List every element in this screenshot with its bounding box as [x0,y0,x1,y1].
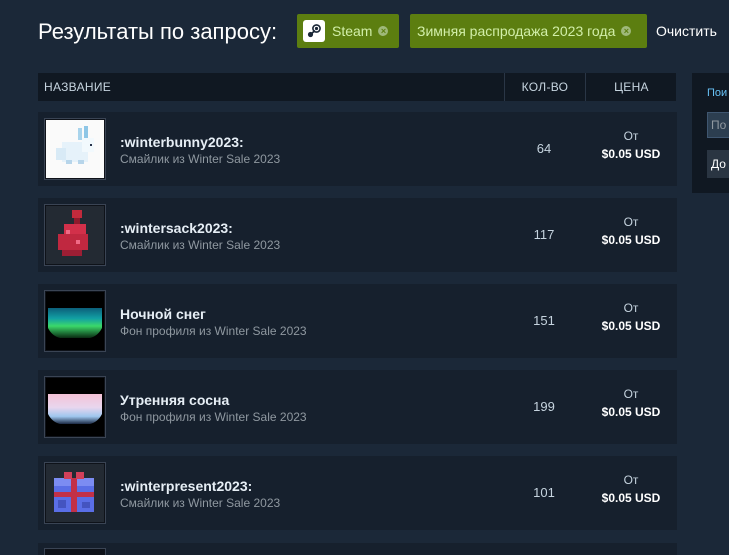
price-amount: $0.05 USD [601,491,661,505]
table-row[interactable]: Ночной снег Фон профиля из Winter Sale 2… [38,284,677,358]
steam-icon [303,20,325,42]
item-name[interactable]: :winterbunny2023: [120,134,244,150]
price-prefix: От [623,387,639,401]
clear-filters-link[interactable]: Очистить [656,23,717,39]
night-snow-background-icon [44,290,106,352]
winter-sack-emoticon-icon [44,204,106,266]
winter-bunny-emoticon-icon [44,118,106,180]
side-search-input[interactable]: По [707,112,729,138]
item-quantity: 199 [533,399,555,414]
item-quantity: 151 [533,313,555,328]
table-row[interactable]: :winterbunny2023: Смайлик из Winter Sale… [38,112,677,186]
side-search-button[interactable]: До [707,150,729,178]
price-amount: $0.05 USD [601,319,661,333]
remove-filter-icon[interactable]: × [378,26,389,36]
filter-chip-label: Steam [332,23,373,39]
filter-chip-label: Зимняя распродажа 2023 года [417,23,616,39]
item-game: Смайлик из Winter Sale 2023 [120,496,281,510]
morning-pine-background-icon [44,376,106,438]
table-row[interactable]: :wintersack2023: Смайлик из Winter Sale … [38,198,677,272]
item-name[interactable]: Ночной снег [120,306,206,322]
item-quantity: 64 [536,141,552,156]
item-quantity: 101 [533,485,555,500]
item-game: Смайлик из Winter Sale 2023 [120,238,281,252]
price-amount: $0.05 USD [601,147,661,161]
winter-present-emoticon-icon [44,462,106,524]
item-price: От $0.05 USD [586,387,676,419]
price-prefix: От [623,215,639,229]
filter-chip-event[interactable]: Зимняя распродажа 2023 года × [410,14,647,48]
column-header-quantity[interactable]: КОЛ-ВО [504,73,585,101]
price-prefix: От [623,129,639,143]
item-name[interactable]: :wintersack2023: [120,220,233,236]
search-side-panel: Пои По До [692,73,729,193]
price-prefix: От [623,301,639,315]
price-amount: $0.05 USD [601,405,661,419]
remove-filter-icon[interactable]: × [621,26,632,36]
item-game: Смайлик из Winter Sale 2023 [120,152,281,166]
item-name[interactable]: :winterpresent2023: [120,478,252,494]
item-name[interactable]: Утренняя сосна [120,392,229,408]
column-header-name[interactable]: НАЗВАНИЕ [44,80,111,94]
item-price: От $0.05 USD [586,473,676,505]
search-results-header: Результаты по запросу: [38,14,277,50]
price-amount: $0.05 USD [601,233,661,247]
item-price: От $0.05 USD [586,129,676,161]
side-search-label: Пои [707,87,728,99]
filter-chip-app[interactable]: Steam × [297,14,399,48]
results-table-header: НАЗВАНИЕ КОЛ-ВО ЦЕНА [38,73,676,101]
item-game: Фон профиля из Winter Sale 2023 [120,324,307,338]
item-price: От $0.05 USD [586,215,676,247]
table-row[interactable]: :winterpresent2023: Смайлик из Winter Sa… [38,456,677,530]
item-game: Фон профиля из Winter Sale 2023 [120,410,307,424]
table-row-partial[interactable] [38,543,677,555]
item-price: От $0.05 USD [586,301,676,333]
results-list: :winterbunny2023: Смайлик из Winter Sale… [38,112,677,542]
table-row[interactable]: Утренняя сосна Фон профиля из Winter Sal… [38,370,677,444]
column-header-price[interactable]: ЦЕНА [585,73,677,101]
item-quantity: 117 [533,227,555,242]
price-prefix: От [623,473,639,487]
page-title: Результаты по запросу: [38,19,278,44]
